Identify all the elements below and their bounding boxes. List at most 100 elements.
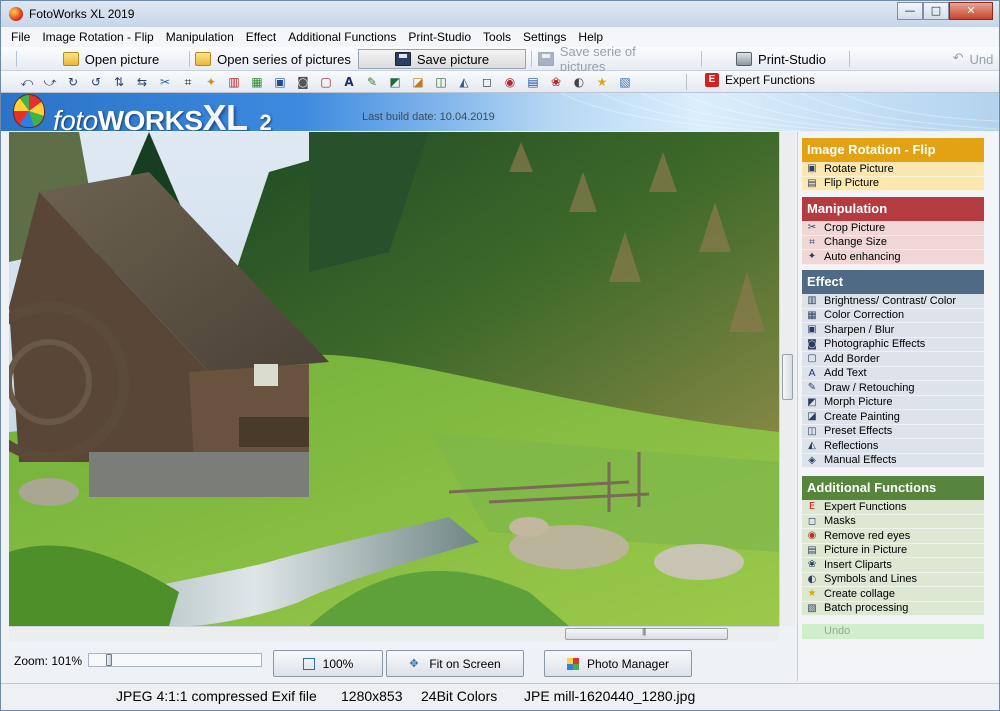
panel-item[interactable]: ▥ Brightness/ Contrast/ Color bbox=[802, 294, 984, 309]
cut-icon[interactable]: ✂ bbox=[157, 74, 173, 90]
panel-item[interactable]: ◐ Symbols and Lines bbox=[802, 572, 984, 587]
panel-item[interactable]: ◈ Manual Effects bbox=[802, 453, 984, 468]
panel-item[interactable]: ▣ Rotate Picture bbox=[802, 162, 984, 177]
panel-item-label: Brightness/ Contrast/ Color bbox=[824, 294, 957, 307]
mirror-icon[interactable]: ⇆ bbox=[134, 74, 150, 90]
sharpen-icon[interactable]: ▣ bbox=[272, 74, 288, 90]
open-series-button[interactable]: Open series of pictures bbox=[193, 49, 353, 69]
rotate-right-icon[interactable]: ⤻ bbox=[42, 74, 58, 90]
color-icon[interactable]: ▦ bbox=[249, 74, 265, 90]
save-series-button[interactable]: Save serie of pictures bbox=[537, 44, 685, 74]
collage-icon[interactable]: ★ bbox=[594, 74, 610, 90]
photo-effects-icon: ◙ bbox=[807, 338, 817, 350]
open-series-label: Open series of pictures bbox=[217, 51, 351, 67]
menu-additional-functions[interactable]: Additional Functions bbox=[288, 30, 396, 44]
menu-file[interactable]: File bbox=[11, 30, 30, 44]
magic-icon[interactable]: ✦ bbox=[203, 74, 219, 90]
menu-print-studio[interactable]: Print-Studio bbox=[408, 30, 471, 44]
picture-in-picture-icon[interactable]: ▤ bbox=[525, 74, 541, 90]
rotate-ccw-icon[interactable]: ↺ bbox=[88, 74, 104, 90]
window-title: FotoWorks XL 2019 bbox=[29, 7, 135, 21]
panel-item[interactable]: ◪ Create Painting bbox=[802, 410, 984, 425]
save-picture-button[interactable]: Save picture bbox=[358, 49, 526, 69]
panel-group-header[interactable]: Image Rotation - Flip bbox=[802, 138, 984, 162]
panel-item[interactable]: ▦ Color Correction bbox=[802, 308, 984, 323]
panel-item[interactable]: A Add Text bbox=[802, 366, 984, 381]
menu-effect[interactable]: Effect bbox=[246, 30, 276, 44]
photo-mill-landscape bbox=[9, 132, 779, 626]
vertical-scrollbar[interactable] bbox=[779, 132, 795, 626]
photo-effects-icon[interactable]: ◙ bbox=[295, 74, 311, 90]
horizontal-scroll-thumb[interactable] bbox=[565, 627, 728, 640]
status-file: JPE mill-1620440_1280.jpg bbox=[524, 688, 696, 704]
panel-item[interactable]: ◻ Masks bbox=[802, 514, 984, 529]
panel-item[interactable]: ✦ Auto enhancing bbox=[802, 250, 984, 265]
morph-icon[interactable]: ◩ bbox=[387, 74, 403, 90]
symbols-icon: ◐ bbox=[807, 573, 817, 585]
symbols-icon[interactable]: ◐ bbox=[571, 74, 587, 90]
minimize-button[interactable]: — bbox=[897, 2, 923, 20]
panel-item[interactable]: ◙ Photographic Effects bbox=[802, 337, 984, 352]
print-studio-button[interactable]: Print-Studio bbox=[731, 49, 831, 69]
menu-settings[interactable]: Settings bbox=[523, 30, 566, 44]
panel-item[interactable]: ★ Create collage bbox=[802, 587, 984, 602]
reflection-icon[interactable]: ◭ bbox=[456, 74, 472, 90]
undo-toolbar-button[interactable]: ↶ Und bbox=[949, 49, 997, 69]
menu-image-rotation[interactable]: Image Rotation - Flip bbox=[42, 30, 153, 44]
tools-toolbar: ⤺ ⤻ ↻ ↺ ⇅ ⇆ ✂ ⌗ ✦ ▥ ▦ ▣ ◙ ▢ A ✎ ◩ ◪ ◫ ◭ … bbox=[1, 71, 999, 93]
panel-item[interactable]: ▤ Picture in Picture bbox=[802, 543, 984, 558]
rotate-cw-icon[interactable]: ↻ bbox=[65, 74, 81, 90]
vertical-scroll-thumb[interactable] bbox=[782, 354, 793, 400]
panel-item[interactable]: ▣ Sharpen / Blur bbox=[802, 323, 984, 338]
panel-undo-button[interactable]: Undo bbox=[802, 624, 984, 639]
folder-icon bbox=[195, 52, 212, 66]
panel-group-header[interactable]: Additional Functions bbox=[802, 476, 984, 500]
open-picture-button[interactable]: Open picture bbox=[41, 49, 181, 69]
draw-icon[interactable]: ✎ bbox=[364, 74, 380, 90]
menu-manipulation[interactable]: Manipulation bbox=[166, 30, 234, 44]
panel-item[interactable]: ✂ Crop Picture bbox=[802, 221, 984, 236]
zoom-slider[interactable] bbox=[88, 653, 262, 667]
panel-item[interactable]: ❀ Insert Cliparts bbox=[802, 558, 984, 573]
menu-tools[interactable]: Tools bbox=[483, 30, 511, 44]
horizontal-scrollbar[interactable] bbox=[9, 626, 779, 641]
brand-version: 2 bbox=[259, 110, 272, 131]
panel-group-header[interactable]: Manipulation bbox=[802, 197, 984, 221]
panel-item[interactable]: ▧ Batch processing bbox=[802, 601, 984, 616]
panel-item[interactable]: ◉ Remove red eyes bbox=[802, 529, 984, 544]
panel-item[interactable]: ⌗ Change Size bbox=[802, 235, 984, 250]
print-studio-label: Print-Studio bbox=[758, 51, 826, 67]
rotate-left-icon[interactable]: ⤺ bbox=[19, 74, 35, 90]
menu-help[interactable]: Help bbox=[578, 30, 603, 44]
image-canvas[interactable] bbox=[9, 132, 779, 626]
flip-picture-icon: ▤ bbox=[807, 177, 817, 189]
crop-icon[interactable]: ⌗ bbox=[180, 74, 196, 90]
zoom-slider-thumb[interactable] bbox=[106, 654, 112, 666]
batch-icon: ▧ bbox=[807, 602, 817, 614]
close-button[interactable]: ✕ bbox=[949, 2, 993, 20]
panel-item[interactable]: ◫ Preset Effects bbox=[802, 424, 984, 439]
panel-group-header[interactable]: Effect bbox=[802, 270, 984, 294]
panel-item[interactable]: ◭ Reflections bbox=[802, 439, 984, 454]
panel-item[interactable]: ▢ Add Border bbox=[802, 352, 984, 367]
panel-item-label: Remove red eyes bbox=[824, 529, 911, 542]
batch-icon[interactable]: ▧ bbox=[617, 74, 633, 90]
red-eye-icon[interactable]: ◉ bbox=[502, 74, 518, 90]
preset-icon[interactable]: ◫ bbox=[433, 74, 449, 90]
panel-item[interactable]: ▤ Flip Picture bbox=[802, 176, 984, 191]
border-icon[interactable]: ▢ bbox=[318, 74, 334, 90]
fit-on-screen-button[interactable]: ✥ Fit on Screen bbox=[386, 650, 524, 677]
brightness-icon[interactable]: ▥ bbox=[226, 74, 242, 90]
text-icon[interactable]: A bbox=[341, 74, 357, 90]
expert-functions-button[interactable]: E Expert Functions bbox=[705, 73, 815, 87]
painting-icon[interactable]: ◪ bbox=[410, 74, 426, 90]
clipart-icon[interactable]: ❀ bbox=[548, 74, 564, 90]
maximize-button[interactable]: □ bbox=[923, 2, 949, 20]
panel-item[interactable]: E Expert Functions bbox=[802, 500, 984, 515]
panel-item[interactable]: ✎ Draw / Retouching bbox=[802, 381, 984, 396]
photo-manager-button[interactable]: Photo Manager bbox=[544, 650, 692, 677]
flip-icon[interactable]: ⇅ bbox=[111, 74, 127, 90]
zoom-100-button[interactable]: 100% bbox=[273, 650, 383, 677]
panel-item[interactable]: ◩ Morph Picture bbox=[802, 395, 984, 410]
manual-icon[interactable]: ◻ bbox=[479, 74, 495, 90]
